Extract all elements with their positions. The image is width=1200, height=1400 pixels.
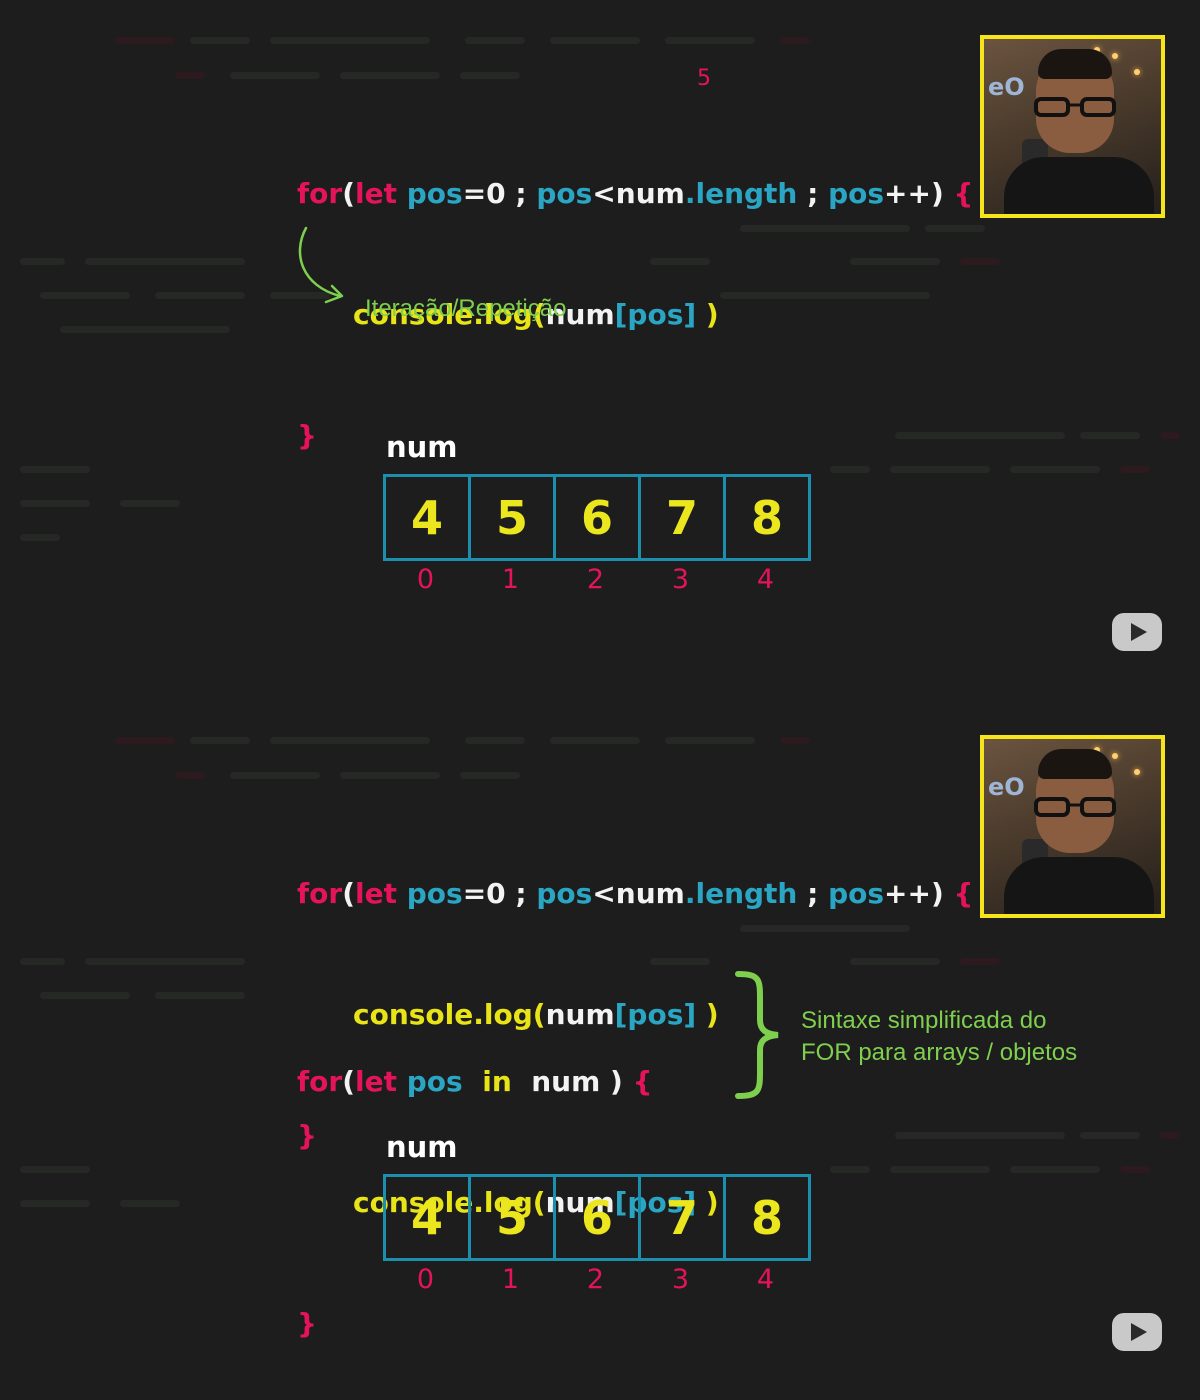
array-name-label: num [386,1130,458,1164]
array-cells: 4 5 6 7 8 [383,474,811,561]
code-line-1: for(let pos in num ) { [297,1065,653,1098]
array-index: 4 [756,1264,775,1295]
array-name-label: num [386,430,458,464]
wall-sign: eO [988,773,1025,801]
array-cell: 5 [471,477,556,558]
lesson-frame-bottom: for(let pos=0 ; pos<num.length ; pos++) … [0,700,1200,1400]
lesson-frame-top: 5 for(let pos=0 ; pos<num.length ; pos++… [0,0,1200,700]
curved-arrow-icon [298,226,344,304]
array-cell: 6 [556,477,641,558]
array-cell: 4 [386,477,471,558]
array-index: 0 [416,1264,435,1295]
array-index: 1 [501,564,520,595]
code-line-1: for(let pos=0 ; pos<num.length ; pos++) … [297,177,974,210]
array-cell: 7 [641,477,726,558]
array-cells: 4 5 6 7 8 [383,1174,811,1261]
array-index: 2 [586,1264,605,1295]
play-icon[interactable] [1111,1312,1163,1352]
array-index: 0 [416,564,435,595]
array-index: 2 [586,564,605,595]
array-cell: 6 [556,1177,641,1258]
wall-sign: eO [988,73,1025,101]
code-line-3: } [297,1307,317,1340]
array-index: 3 [671,1264,690,1295]
array-indexes: 0 1 2 3 4 [383,564,808,595]
array-index: 4 [756,564,775,595]
array-cell: 8 [750,1190,783,1245]
presenter-webcam: eO [980,35,1165,218]
code-line-1: for(let pos=0 ; pos<num.length ; pos++) … [297,877,974,910]
array-index: 3 [671,564,690,595]
iteration-label: Iteração/Repetição [365,295,567,322]
curly-brace-icon [735,971,779,1099]
simplified-syntax-label-line2: FOR para arrays / objetos [801,1039,1078,1066]
length-value-annotation: 5 [697,66,711,91]
array-cell: 5 [471,1177,556,1258]
array-indexes: 0 1 2 3 4 [383,1264,808,1295]
play-icon[interactable] [1111,612,1163,652]
array-cell: 4 [386,1177,471,1258]
array-index: 1 [501,1264,520,1295]
array-cell: 7 [641,1177,726,1258]
simplified-syntax-label-line1: Sintaxe simplificada do [801,1007,1047,1034]
array-cell: 8 [750,490,783,545]
presenter-webcam: eO [980,735,1165,918]
